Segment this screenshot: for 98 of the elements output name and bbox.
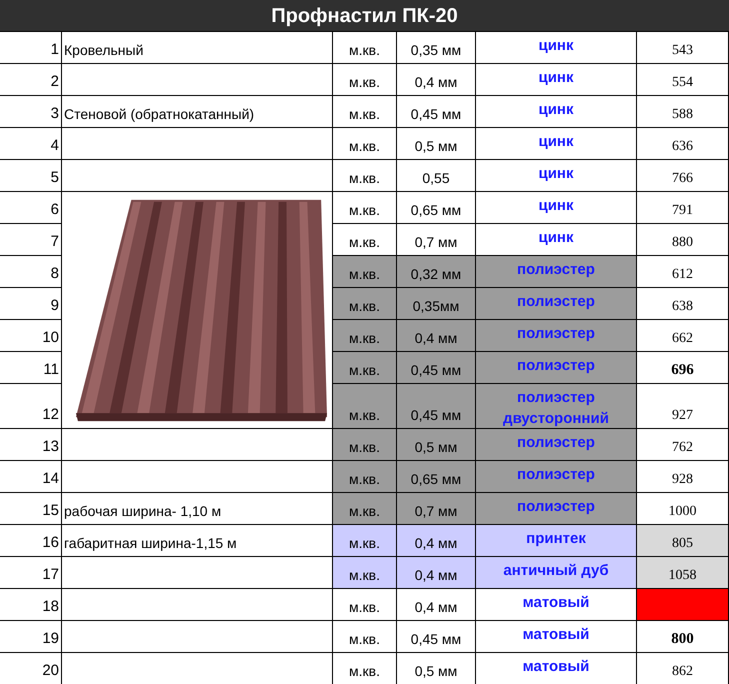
thickness-cell: 0,35 мм [397, 32, 476, 64]
thickness-cell: 0,5 мм [397, 128, 476, 160]
price-cell: 800 [637, 621, 729, 653]
thickness-cell: 0,4 мм [397, 589, 476, 621]
unit-cell: м.кв. [333, 192, 397, 224]
price-cell: 696 [637, 352, 729, 384]
coating-cell: цинк [476, 224, 637, 256]
row-number: 17 [0, 557, 62, 589]
row-number: 10 [0, 320, 62, 352]
description-cell: Стеновой (обратнокатанный) [62, 96, 333, 128]
price-cell: 791 [637, 192, 729, 224]
description-cell: габаритная ширина-1,15 м [62, 525, 333, 557]
sheet-title: Профнастил ПК-20 [0, 0, 729, 32]
coating-cell: полиэстер [476, 288, 637, 320]
unit-cell: м.кв. [333, 621, 397, 653]
price-cell: 928 [637, 461, 729, 493]
price-cell: 762 [637, 429, 729, 461]
coating-cell: античный дуб [476, 557, 637, 589]
unit-cell: м.кв. [333, 224, 397, 256]
thickness-cell: 0,45 мм [397, 96, 476, 128]
thickness-cell: 0,4 мм [397, 320, 476, 352]
price-cell: 880 [637, 224, 729, 256]
row-number: 20 [0, 653, 62, 684]
price-cell: 543 [637, 32, 729, 64]
coating-cell: полиэстер [476, 352, 637, 384]
unit-cell: м.кв. [333, 160, 397, 192]
unit-cell: м.кв. [333, 96, 397, 128]
unit-cell: м.кв. [333, 352, 397, 384]
price-cell: 588 [637, 96, 729, 128]
coating-cell: цинк [476, 128, 637, 160]
row-number: 3 [0, 96, 62, 128]
price-cell: 638 [637, 288, 729, 320]
price-cell: 1058 [637, 557, 729, 589]
thickness-cell: 0,65 мм [397, 192, 476, 224]
row-number: 1 [0, 32, 62, 64]
row-number: 13 [0, 429, 62, 461]
thickness-cell: 0,65 мм [397, 461, 476, 493]
unit-cell: м.кв. [333, 493, 397, 525]
row-number: 18 [0, 589, 62, 621]
row-number: 19 [0, 621, 62, 653]
price-cell: 662 [637, 320, 729, 352]
unit-cell: м.кв. [333, 256, 397, 288]
thickness-cell: 0,7 мм [397, 493, 476, 525]
coating-cell: полиэстер [476, 429, 637, 461]
row-number: 7 [0, 224, 62, 256]
unit-cell: м.кв. [333, 589, 397, 621]
thickness-cell: 0,5 мм [397, 429, 476, 461]
unit-cell: м.кв. [333, 320, 397, 352]
thickness-cell: 0,45 мм [397, 352, 476, 384]
row-number: 15 [0, 493, 62, 525]
unit-cell: м.кв. [333, 429, 397, 461]
coating-cell: цинк [476, 96, 637, 128]
row-number: 4 [0, 128, 62, 160]
unit-cell: м.кв. [333, 64, 397, 96]
price-cell: 636 [637, 128, 729, 160]
coating-cell: цинк [476, 32, 637, 64]
row-number: 14 [0, 461, 62, 493]
unit-cell: м.кв. [333, 128, 397, 160]
price-cell: 927 [637, 384, 729, 429]
unit-cell: м.кв. [333, 461, 397, 493]
row-number: 12 [0, 384, 62, 429]
thickness-cell: 0,4 мм [397, 525, 476, 557]
coating-cell: полиэстер [476, 256, 637, 288]
price-cell: 612 [637, 256, 729, 288]
coating-cell: полиэстер [476, 493, 637, 525]
unit-cell: м.кв. [333, 384, 397, 429]
coating-cell: цинк [476, 64, 637, 96]
unit-cell: м.кв. [333, 32, 397, 64]
unit-cell: м.кв. [333, 557, 397, 589]
price-cell: 554 [637, 64, 729, 96]
thickness-cell: 0,35мм [397, 288, 476, 320]
coating-cell: принтек [476, 525, 637, 557]
price-cell: 766 [637, 160, 729, 192]
thickness-cell: 0,55 [397, 160, 476, 192]
thickness-cell: 0,45 мм [397, 384, 476, 429]
coating-cell: полиэстер [476, 461, 637, 493]
coating-cell: полиэстер [476, 320, 637, 352]
price-cell: 805 [637, 525, 729, 557]
thickness-cell: 0,7 мм [397, 224, 476, 256]
thickness-cell: 0,4 мм [397, 64, 476, 96]
row-number: 5 [0, 160, 62, 192]
coating-cell: матовый [476, 621, 637, 653]
thickness-cell: 0,4 мм [397, 557, 476, 589]
coating-cell: цинк [476, 160, 637, 192]
coating-cell: цинк [476, 192, 637, 224]
unit-cell: м.кв. [333, 525, 397, 557]
description-cell: рабочая ширина- 1,10 м [62, 493, 333, 525]
row-number: 2 [0, 64, 62, 96]
price-cell: 1000 [637, 493, 729, 525]
row-number: 11 [0, 352, 62, 384]
description-cell: Кровельный [62, 32, 333, 64]
row-number: 16 [0, 525, 62, 557]
row-number: 8 [0, 256, 62, 288]
thickness-cell: 0,45 мм [397, 621, 476, 653]
unit-cell: м.кв. [333, 288, 397, 320]
row-number: 9 [0, 288, 62, 320]
thickness-cell: 0,32 мм [397, 256, 476, 288]
coating-cell: матовый [476, 589, 637, 621]
